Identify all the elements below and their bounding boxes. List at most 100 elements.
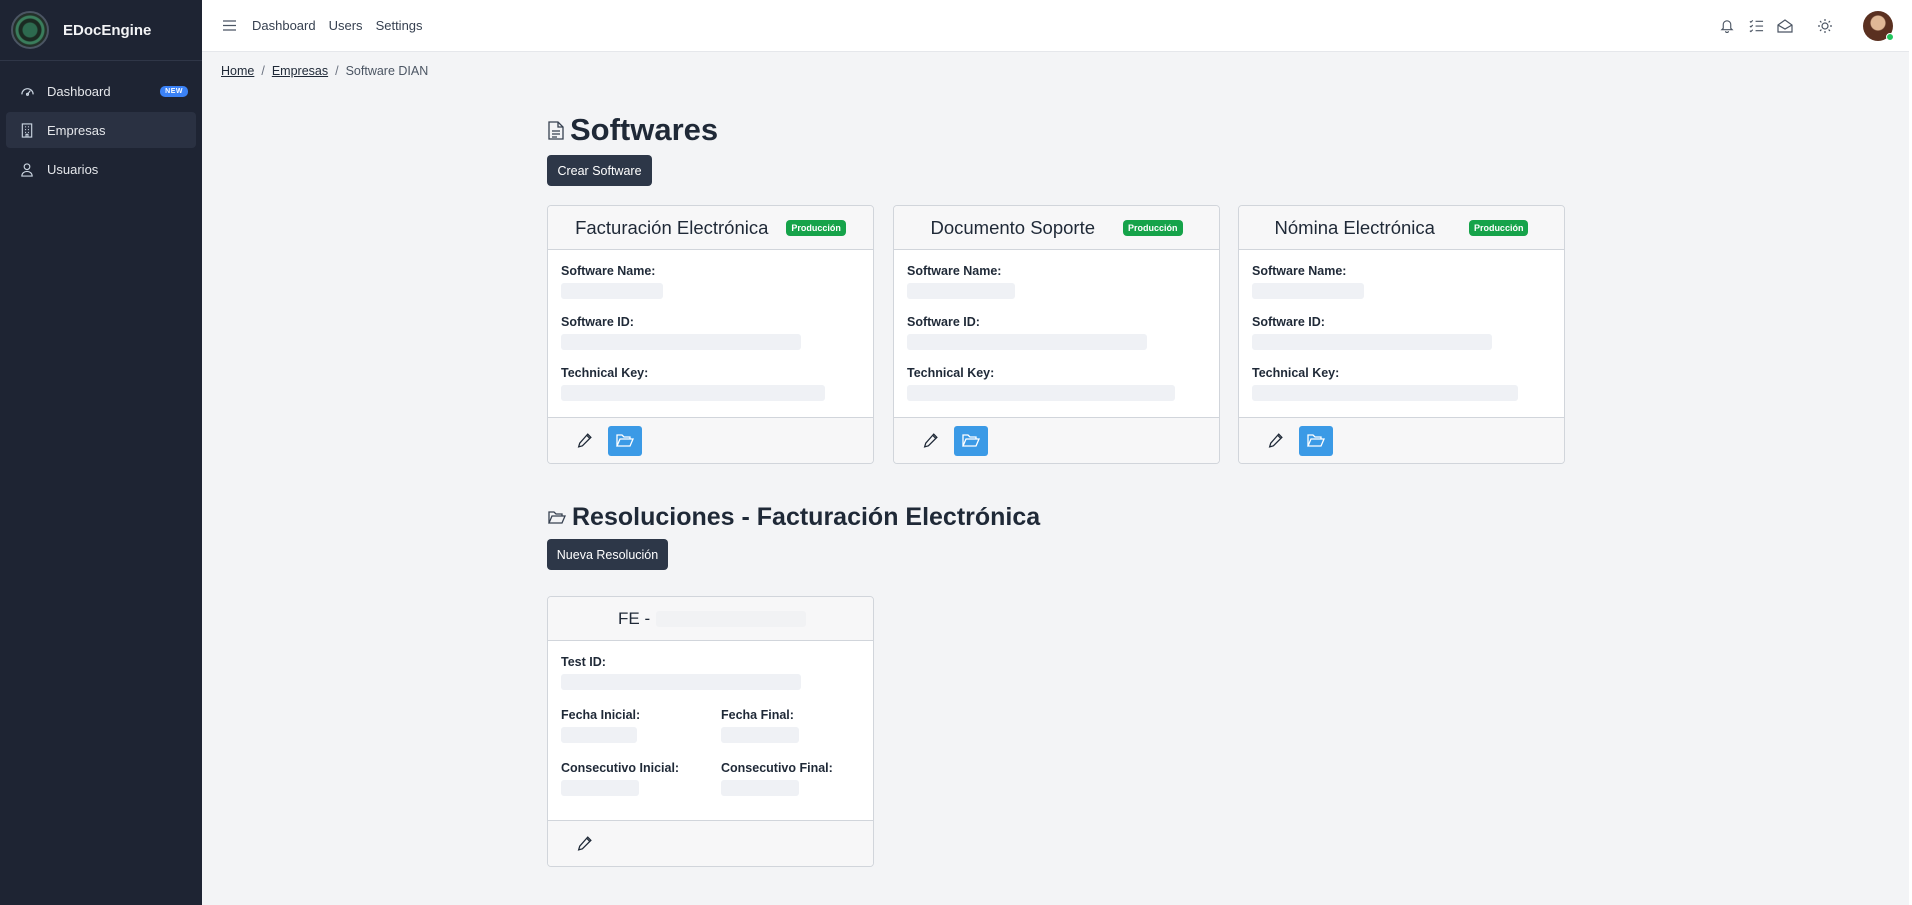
menu-icon[interactable]: [218, 15, 240, 37]
new-badge: NEW: [160, 85, 188, 97]
software-name-value: [561, 283, 663, 299]
breadcrumb-home[interactable]: Home: [221, 64, 254, 78]
card-header: Facturación Electrónica Producción: [548, 206, 873, 250]
card-header: FE -: [548, 597, 873, 641]
sidebar-item-label: Usuarios: [47, 161, 99, 177]
envelope-open-icon[interactable]: [1775, 16, 1795, 36]
page-title: Softwares: [570, 112, 719, 147]
top-nav: Dashboard Users Settings: [252, 18, 436, 33]
card-title: Facturación Electrónica: [575, 216, 769, 238]
breadcrumb-empresas[interactable]: Empresas: [272, 64, 328, 78]
nueva-resolucion-button[interactable]: Nueva Resolución: [547, 539, 668, 570]
software-card-facturacion: Facturación Electrónica Producción Softw…: [547, 205, 874, 464]
consecutivo-final-value: [721, 780, 799, 796]
software-name-value: [1252, 283, 1364, 299]
test-id-label: Test ID:: [561, 655, 606, 669]
list-check-icon[interactable]: [1746, 16, 1766, 36]
software-id-label: Software ID:: [561, 315, 634, 329]
gauge-icon: [18, 82, 36, 100]
status-badge: Producción: [786, 219, 846, 236]
card-footer: [548, 820, 873, 866]
software-id-value: [1252, 334, 1492, 350]
sidebar-item-label: Empresas: [47, 122, 106, 138]
sidebar-item-label: Dashboard: [47, 83, 111, 99]
technical-key-value: [561, 385, 825, 401]
brand-name: EDocEngine: [63, 21, 152, 39]
card-header: Nómina Electrónica Producción: [1239, 206, 1564, 250]
online-status-dot: [1886, 32, 1894, 41]
status-badge: Producción: [1123, 219, 1183, 236]
software-name-label: Software Name:: [1252, 264, 1347, 278]
folder-open-button[interactable]: [608, 425, 642, 456]
resolution-card: FE - Test ID: Fecha Inicial: Fecha Final…: [547, 596, 874, 867]
folder-open-icon: [616, 434, 634, 447]
edit-button[interactable]: [568, 426, 600, 456]
sidebar-item-empresas[interactable]: Empresas: [6, 112, 196, 148]
top-link-dashboard[interactable]: Dashboard: [252, 18, 316, 33]
pencil-icon: [577, 433, 592, 448]
brand-logo: [11, 11, 49, 49]
avatar[interactable]: [1863, 10, 1894, 41]
fecha-final-label: Fecha Final:: [721, 708, 794, 722]
software-id-value: [907, 334, 1147, 350]
breadcrumb-current: Software DIAN: [345, 64, 429, 78]
edit-button[interactable]: [568, 829, 600, 859]
edit-button[interactable]: [1259, 426, 1291, 456]
softwares-heading: Softwares: [548, 112, 718, 148]
software-card-documento: Documento Soporte Producción Software Na…: [893, 205, 1220, 464]
software-id-value: [561, 334, 801, 350]
user-icon: [18, 160, 36, 178]
card-title: Documento Soporte: [930, 216, 1096, 238]
card-body: Software Name: Software ID: Technical Ke…: [894, 250, 1219, 401]
card-body: Test ID: Fecha Inicial: Fecha Final: Con…: [548, 641, 873, 812]
top-link-settings[interactable]: Settings: [376, 18, 423, 33]
card-body: Software Name: Software ID: Technical Ke…: [1239, 250, 1564, 401]
breadcrumb-separator: /: [335, 64, 339, 78]
edit-button[interactable]: [914, 426, 946, 456]
technical-key-value: [1252, 385, 1518, 401]
fecha-final-value: [721, 727, 799, 743]
sun-icon[interactable]: [1815, 16, 1835, 36]
technical-key-label: Technical Key:: [561, 366, 649, 380]
pencil-icon: [577, 836, 592, 851]
folder-open-icon: [1307, 434, 1325, 447]
folder-open-icon: [548, 510, 566, 525]
software-name-label: Software Name:: [907, 264, 1002, 278]
crear-software-button[interactable]: Crear Software: [547, 155, 652, 186]
folder-open-icon: [962, 434, 980, 447]
pencil-icon: [1268, 433, 1283, 448]
card-footer: [548, 417, 873, 463]
card-title: FE -: [618, 608, 651, 628]
resolution-prefix-value: [656, 610, 807, 627]
consecutivo-inicial-label: Consecutivo Inicial:: [561, 761, 680, 775]
software-id-label: Software ID:: [1252, 315, 1325, 329]
sidebar-item-usuarios[interactable]: Usuarios: [6, 151, 196, 187]
test-id-value: [561, 674, 801, 690]
pencil-icon: [923, 433, 938, 448]
file-text-icon: [548, 120, 564, 140]
consecutivo-final-label: Consecutivo Final:: [721, 761, 833, 775]
software-card-nomina: Nómina Electrónica Producción Software N…: [1238, 205, 1565, 464]
brand[interactable]: EDocEngine: [0, 0, 202, 61]
sidebar-nav: Dashboard NEW Empresas Usuarios: [0, 61, 202, 187]
technical-key-label: Technical Key:: [1252, 366, 1340, 380]
card-footer: [1239, 417, 1564, 463]
sidebar-item-dashboard[interactable]: Dashboard NEW: [6, 73, 196, 109]
breadcrumb: Home / Empresas / Software DIAN: [221, 64, 428, 78]
technical-key-label: Technical Key:: [907, 366, 995, 380]
software-name-value: [907, 283, 1015, 299]
top-link-users[interactable]: Users: [329, 18, 363, 33]
software-name-label: Software Name:: [561, 264, 656, 278]
sidebar: EDocEngine Dashboard NEW Empresas Usuari…: [0, 0, 202, 905]
resoluciones-heading: Resoluciones - Facturación Electrónica: [548, 503, 1040, 532]
fecha-inicial-label: Fecha Inicial:: [561, 708, 641, 722]
folder-open-button[interactable]: [1299, 425, 1333, 456]
software-id-label: Software ID:: [907, 315, 980, 329]
card-footer: [894, 417, 1219, 463]
card-body: Software Name: Software ID: Technical Ke…: [548, 250, 873, 401]
bell-icon[interactable]: [1717, 16, 1737, 36]
folder-open-button[interactable]: [954, 425, 988, 456]
top-header: Dashboard Users Settings: [202, 0, 1909, 52]
status-badge: Producción: [1468, 219, 1529, 236]
building-icon: [18, 121, 36, 139]
